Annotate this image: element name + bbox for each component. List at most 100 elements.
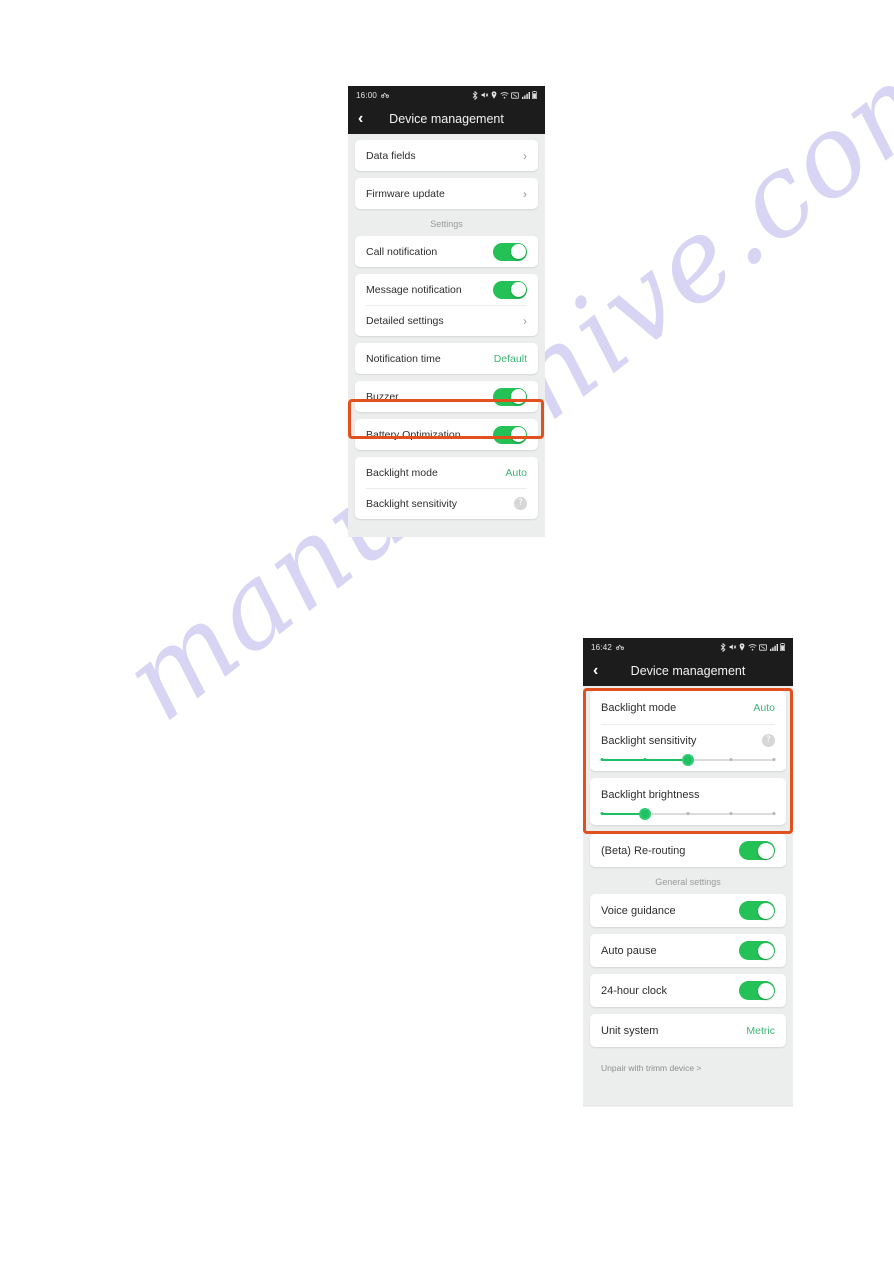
- toggle-call-notification[interactable]: [493, 242, 527, 261]
- toggle-battery-optimization[interactable]: [493, 425, 527, 444]
- mute-icon: [481, 91, 489, 99]
- slider-backlight-sensitivity[interactable]: [590, 754, 786, 771]
- list-item-detailed-settings[interactable]: Detailed settings ›: [355, 305, 538, 336]
- bluetooth-icon: [472, 90, 478, 100]
- bike-icon: [381, 92, 390, 98]
- list-item-value: Auto: [505, 466, 527, 479]
- slider-tick: [686, 812, 690, 815]
- chevron-right-icon: ›: [523, 186, 527, 201]
- help-icon[interactable]: ?: [514, 497, 527, 510]
- list-item-label: Data fields: [366, 149, 416, 162]
- list-item-label: Call notification: [366, 245, 438, 258]
- toggle-knob: [757, 982, 774, 999]
- slider-tick: [729, 812, 733, 815]
- card-24-hour-clock: 24-hour clock: [590, 974, 786, 1007]
- slider-thumb[interactable]: [639, 808, 651, 820]
- help-icon[interactable]: ?: [762, 734, 775, 747]
- toggle-auto-pause[interactable]: [739, 941, 775, 960]
- list-item-label: Message notification: [366, 283, 462, 296]
- battery-icon: [532, 91, 537, 99]
- chevron-right-icon: ›: [523, 313, 527, 328]
- slider-tick: [600, 758, 604, 761]
- toggle-knob: [510, 427, 526, 442]
- toggle-knob: [510, 282, 526, 297]
- slider-tick: [643, 758, 647, 761]
- toggle-rerouting[interactable]: [739, 841, 775, 860]
- list-item-label: Buzzer: [366, 390, 399, 403]
- toggle-buzzer[interactable]: [493, 387, 527, 406]
- list-item-value: Auto: [753, 701, 775, 714]
- wifi-icon: [499, 91, 509, 99]
- list-item-backlight-sensitivity[interactable]: Backlight sensitivity ?: [355, 488, 538, 519]
- nfc-icon: [759, 643, 767, 651]
- page-title: Device management: [389, 112, 504, 126]
- status-bar-clock: 16:42: [591, 642, 613, 652]
- slider-tick: [772, 758, 776, 761]
- section-header-general-settings: General settings: [655, 877, 721, 887]
- list-item-voice-guidance[interactable]: Voice guidance: [590, 894, 786, 927]
- card-backlight-group: Backlight mode Auto Backlight sensitivit…: [590, 691, 786, 771]
- unpair-device-link[interactable]: Unpair with trimm device >: [590, 1054, 786, 1083]
- phone-screenshot-one: 16:00 ‹ Device management Data fields › …: [348, 86, 545, 537]
- card-backlight: Backlight mode Auto Backlight sensitivit…: [355, 457, 538, 519]
- list-item-24-hour-clock[interactable]: 24-hour clock: [590, 974, 786, 1007]
- list-item-backlight-sensitivity[interactable]: Backlight sensitivity ?: [590, 724, 786, 757]
- location-icon: [491, 91, 497, 99]
- toggle-message-notification[interactable]: [493, 280, 527, 299]
- list-item-label: (Beta) Re-routing: [601, 844, 686, 857]
- list-item-backlight-mode[interactable]: Backlight mode Auto: [590, 691, 786, 724]
- list-item-unit-system[interactable]: Unit system Metric: [590, 1014, 786, 1047]
- app-bar: ‹ Device management: [583, 656, 793, 686]
- card-rerouting: (Beta) Re-routing: [590, 834, 786, 867]
- section-header-settings: Settings: [430, 219, 463, 229]
- list-item-label: Backlight mode: [366, 466, 438, 479]
- list-item-label: Firmware update: [366, 187, 445, 200]
- list-item-battery-optimization[interactable]: Battery Optimization: [355, 419, 538, 450]
- toggle-24-hour-clock[interactable]: [739, 981, 775, 1000]
- slider-thumb[interactable]: [682, 754, 694, 766]
- slider-track[interactable]: [600, 754, 776, 766]
- slider-track[interactable]: [600, 808, 776, 820]
- back-button[interactable]: ‹: [593, 663, 609, 679]
- list-item-rerouting[interactable]: (Beta) Re-routing: [590, 834, 786, 867]
- card-battery-optimization: Battery Optimization: [355, 419, 538, 450]
- list-item-label: Backlight sensitivity: [366, 497, 458, 510]
- list-item-data-fields[interactable]: Data fields ›: [355, 140, 538, 171]
- list-item-message-notification[interactable]: Message notification: [355, 274, 538, 305]
- slider-backlight-brightness[interactable]: [590, 808, 786, 825]
- status-bar: 16:42: [583, 638, 793, 656]
- toggle-knob: [510, 244, 526, 259]
- list-item-value: Default: [493, 352, 527, 365]
- status-bar: 16:00: [348, 86, 545, 104]
- page-title: Device management: [630, 664, 746, 678]
- settings-screen: Data fields › Firmware update › Settings…: [348, 134, 545, 519]
- card-notification-time: Notification time Default: [355, 343, 538, 374]
- card-voice-guidance: Voice guidance: [590, 894, 786, 927]
- back-button[interactable]: ‹: [358, 111, 374, 127]
- list-item-notification-time[interactable]: Notification time Default: [355, 343, 538, 374]
- list-item-backlight-mode[interactable]: Backlight mode Auto: [355, 457, 538, 488]
- slider-tick: [600, 812, 604, 815]
- toggle-knob: [757, 902, 774, 919]
- settings-screen: Backlight mode Auto Backlight sensitivit…: [583, 686, 793, 1083]
- list-item-call-notification[interactable]: Call notification: [355, 236, 538, 267]
- wifi-icon: [747, 643, 757, 651]
- list-item-label: Backlight brightness: [601, 788, 700, 801]
- list-item-auto-pause[interactable]: Auto pause: [590, 934, 786, 967]
- bluetooth-icon: [720, 642, 726, 652]
- card-unit-system: Unit system Metric: [590, 1014, 786, 1047]
- list-item-backlight-brightness[interactable]: Backlight brightness: [590, 778, 786, 811]
- toggle-voice-guidance[interactable]: [739, 901, 775, 920]
- list-item-buzzer[interactable]: Buzzer: [355, 381, 538, 412]
- status-bar-right: [720, 642, 785, 652]
- signal-icon: [521, 91, 530, 99]
- status-bar-left: 16:42: [591, 642, 625, 652]
- battery-icon: [780, 643, 785, 651]
- list-item-firmware-update[interactable]: Firmware update ›: [355, 178, 538, 209]
- card-backlight-brightness: Backlight brightness: [590, 778, 786, 825]
- list-item-label: Voice guidance: [601, 904, 676, 917]
- list-item-label: Auto pause: [601, 944, 657, 957]
- card-message-notification: Message notification Detailed settings ›: [355, 274, 538, 336]
- toggle-knob: [757, 942, 774, 959]
- list-item-label: Unit system: [601, 1024, 659, 1037]
